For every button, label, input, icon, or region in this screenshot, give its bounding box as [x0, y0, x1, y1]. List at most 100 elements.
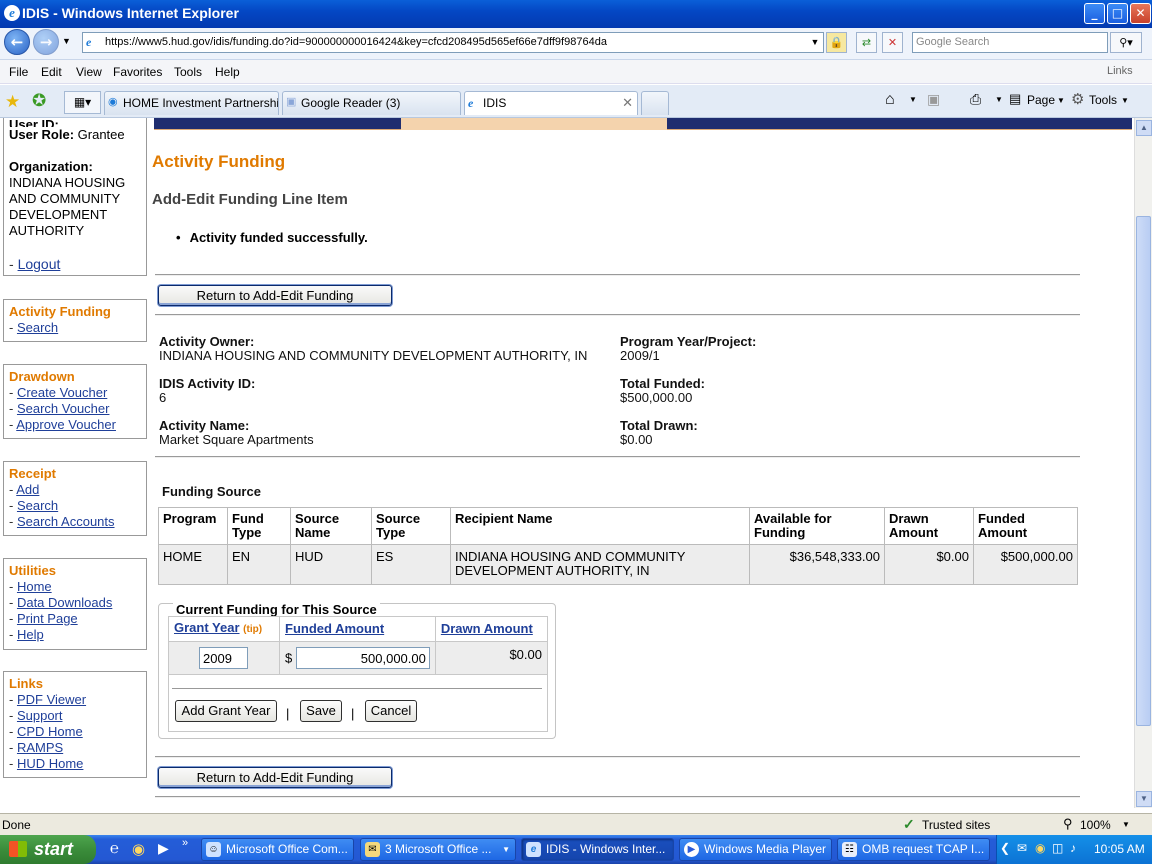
outlook-quicklaunch-icon[interactable]: ◉ — [132, 840, 145, 858]
refresh-icon[interactable]: ⇄ — [856, 32, 877, 53]
start-button[interactable]: start — [0, 835, 96, 864]
sidebar-link-data-downloads[interactable]: Data Downloads — [17, 595, 112, 610]
add-grant-year-button[interactable]: Add Grant Year — [175, 700, 277, 722]
menu-tools[interactable]: Tools — [174, 65, 202, 79]
ie-quicklaunch-icon[interactable]: ℮ — [110, 840, 119, 857]
maximize-button[interactable]: □ — [1107, 3, 1128, 24]
forward-button[interactable]: → — [33, 29, 59, 55]
more-quicklaunch-icon[interactable]: » — [182, 837, 188, 849]
vertical-scrollbar[interactable]: ▲ ▼ — [1134, 118, 1152, 808]
home-dropdown-icon[interactable]: ▼ — [909, 95, 917, 104]
ie-icon: e — [526, 842, 541, 857]
print-dropdown-icon[interactable]: ▼ — [995, 95, 1003, 104]
feeds-icon[interactable]: ▣ — [927, 91, 940, 108]
page-menu-icon[interactable]: ▤ — [1009, 91, 1021, 107]
menu-edit[interactable]: Edit — [41, 65, 62, 79]
cancel-button[interactable]: Cancel — [365, 700, 417, 722]
minimize-button[interactable]: _ — [1084, 3, 1105, 24]
sidebar-link-help[interactable]: Help — [17, 627, 44, 642]
sidebar-link-create-voucher[interactable]: Create Voucher — [17, 385, 107, 400]
sidebar-link-hud-home[interactable]: HUD Home — [17, 756, 83, 771]
search-button-icon[interactable]: ⚲▾ — [1110, 32, 1142, 53]
outlook-tray-icon[interactable]: ◉ — [1035, 841, 1045, 855]
history-dropdown-icon[interactable]: ▼ — [62, 36, 71, 46]
total-funded-field: Total Funded: $500,000.00 — [620, 377, 705, 405]
tab-home-investment[interactable]: ◉ HOME Investment Partnershi... — [104, 91, 279, 115]
network-tray-icon[interactable]: ◫ — [1052, 841, 1063, 855]
sidebar-link-search-accounts[interactable]: Search Accounts — [17, 514, 115, 529]
grant-year-sort-link[interactable]: Grant Year — [174, 620, 240, 635]
links-toolbar[interactable]: Links — [1107, 65, 1133, 77]
tray-expand-icon[interactable]: ❮ — [1000, 841, 1010, 855]
table-header-row: Grant Year (tip) Funded Amount Drawn Amo… — [169, 617, 547, 641]
search-input[interactable]: Google Search — [912, 32, 1108, 53]
close-tab-icon[interactable]: ✕ — [622, 92, 633, 114]
scroll-down-icon[interactable]: ▼ — [1136, 791, 1152, 807]
page-menu[interactable]: Page — [1027, 93, 1055, 107]
sidebar-link-print-page[interactable]: Print Page — [17, 611, 78, 626]
gear-icon[interactable]: ⚙ — [1071, 90, 1084, 108]
taskbar-item-office-group[interactable]: ✉ 3 Microsoft Office ... ▼ — [360, 838, 516, 861]
zoom-dropdown-icon[interactable]: ▼ — [1122, 820, 1130, 829]
address-dropdown-icon[interactable]: ▼ — [806, 32, 824, 53]
sidebar-link-search[interactable]: Search — [17, 320, 58, 335]
tools-menu[interactable]: Tools — [1089, 93, 1117, 107]
taskbar-item-office-communicator[interactable]: ☺ Microsoft Office Com... — [201, 838, 354, 861]
quick-tabs-icon[interactable]: ▦▾ — [64, 91, 101, 114]
taskbar-item-media-player[interactable]: ▶ Windows Media Player — [679, 838, 832, 861]
sidebar-link-search[interactable]: Search — [17, 498, 58, 513]
communicator-icon: ☺ — [206, 842, 221, 857]
scroll-up-icon[interactable]: ▲ — [1136, 120, 1152, 136]
new-tab-button[interactable] — [641, 91, 669, 115]
stop-icon[interactable]: ✕ — [882, 32, 903, 53]
drawn-amount-sort-link[interactable]: Drawn Amount — [441, 621, 533, 636]
menu-favorites[interactable]: Favorites — [113, 65, 162, 79]
menu-file[interactable]: File — [9, 65, 28, 79]
lock-icon[interactable]: 🔒 — [826, 32, 847, 53]
add-favorite-icon[interactable]: ✪ — [32, 91, 46, 111]
sidebar-link-search-voucher[interactable]: Search Voucher — [17, 401, 110, 416]
return-to-add-edit-funding-button[interactable]: Return to Add-Edit Funding — [158, 285, 392, 306]
menu-help[interactable]: Help — [215, 65, 240, 79]
sidebar-link-cpd-home[interactable]: CPD Home — [17, 724, 83, 739]
tab-google-reader[interactable]: ▣ Google Reader (3) — [282, 91, 461, 115]
save-button[interactable]: Save — [300, 700, 342, 722]
sidebar-link-pdf-viewer[interactable]: PDF Viewer — [17, 692, 86, 707]
volume-tray-icon[interactable]: ♪ — [1070, 841, 1076, 855]
grant-year-input[interactable] — [199, 647, 248, 669]
sidebar-link-ramps[interactable]: RAMPS — [17, 740, 63, 755]
sidebar-link-support[interactable]: Support — [17, 708, 63, 723]
taskbar-item-idis[interactable]: e IDIS - Windows Inter... — [521, 838, 674, 861]
logout-link[interactable]: Logout — [18, 256, 61, 272]
mail-tray-icon[interactable]: ✉ — [1017, 841, 1027, 855]
sidebar-link-add[interactable]: Add — [16, 482, 39, 497]
activity-id-value: 6 — [159, 390, 167, 405]
divider — [155, 796, 1080, 798]
funded-amount-header: Funded Amount — [280, 617, 435, 641]
return-to-add-edit-funding-button-bottom[interactable]: Return to Add-Edit Funding — [158, 767, 392, 788]
sidebar-link-home[interactable]: Home — [17, 579, 52, 594]
media-quicklaunch-icon[interactable]: ▶ — [158, 840, 169, 857]
funded-amount-sort-link[interactable]: Funded Amount — [285, 621, 384, 636]
menu-view[interactable]: View — [76, 65, 102, 79]
activity-name-field: Activity Name: Market Square Apartments — [159, 419, 314, 447]
tools-dropdown-icon[interactable]: ▼ — [1121, 96, 1129, 105]
address-input[interactable]: e https://www5.hud.gov/idis/funding.do?i… — [82, 32, 824, 53]
page-dropdown-icon[interactable]: ▼ — [1057, 96, 1065, 105]
taskbar-item-omb-request[interactable]: ☷ OMB request TCAP I... — [837, 838, 990, 861]
clock[interactable]: 10:05 AM — [1094, 842, 1145, 856]
sidebar-link-approve-voucher[interactable]: Approve Voucher — [16, 417, 116, 432]
print-icon[interactable]: ⎙ — [970, 91, 981, 108]
funded-amount-input[interactable] — [295, 647, 430, 669]
close-window-button[interactable]: ✕ — [1130, 3, 1151, 24]
top-nav-active-tab[interactable] — [401, 118, 667, 130]
grant-year-tip[interactable]: (tip) — [243, 624, 262, 635]
back-button[interactable]: ← — [4, 29, 30, 55]
home-icon[interactable]: ⌂ — [885, 91, 895, 109]
divider — [172, 688, 542, 689]
table-header-row: Program Fund Type Source Name Source Typ… — [159, 508, 1077, 544]
tab-idis[interactable]: e IDIS ✕ — [464, 91, 638, 115]
scroll-thumb[interactable] — [1136, 216, 1151, 726]
favorites-star-icon[interactable]: ★ — [5, 92, 20, 112]
zoom-level[interactable]: 100% — [1080, 818, 1111, 832]
